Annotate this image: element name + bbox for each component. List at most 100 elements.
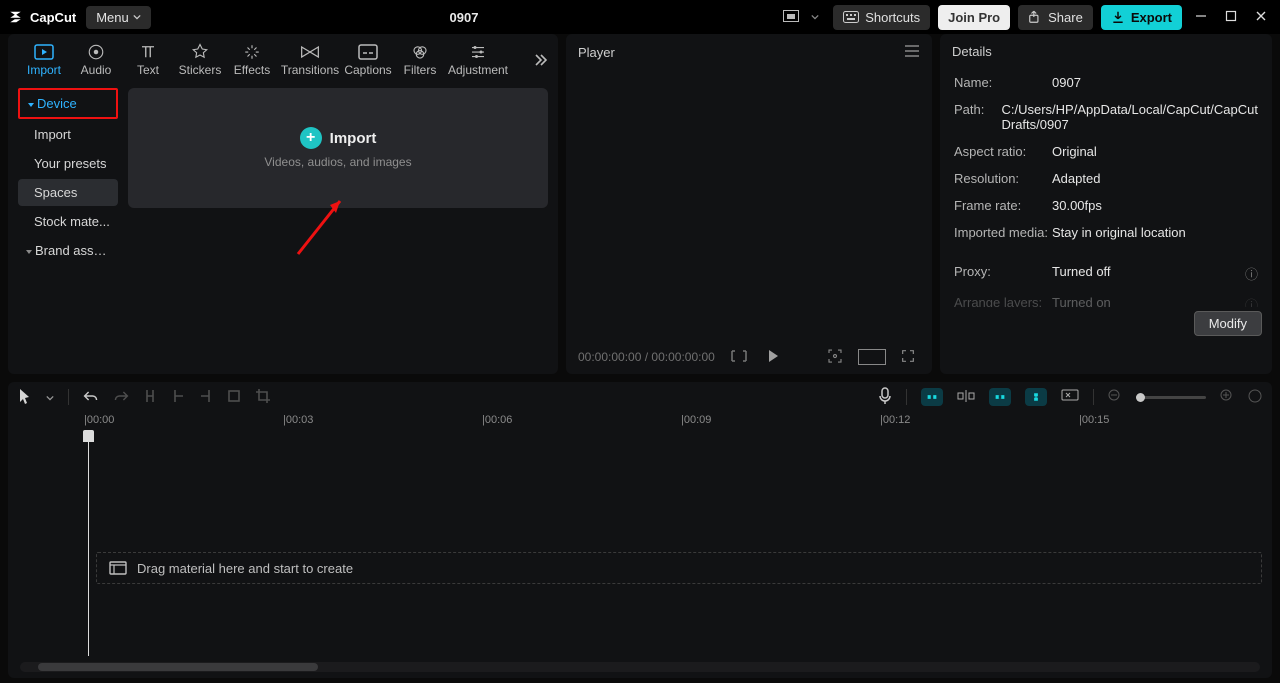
tab-label: Filters [404, 63, 437, 77]
tab-text[interactable]: Text [122, 43, 174, 77]
sidebar-item-import[interactable]: Import [18, 121, 118, 148]
detail-row-framerate: Frame rate:30.00fps [940, 192, 1272, 219]
sidebar-item-brand-assets[interactable]: Brand assets [18, 237, 118, 264]
pointer-menu[interactable] [46, 390, 54, 405]
tab-label: Audio [81, 63, 112, 77]
info-icon[interactable]: ⓘ [1245, 295, 1258, 301]
zoom-in-button[interactable] [1220, 389, 1234, 406]
caret-down-icon [28, 103, 34, 107]
play-button[interactable] [763, 347, 783, 368]
media-body: Device Import Your presets Spaces Stock … [8, 80, 558, 374]
transitions-icon [300, 43, 320, 61]
zoom-out-button[interactable] [1108, 389, 1122, 406]
pointer-tool[interactable] [18, 388, 32, 407]
preview-quality-button[interactable] [1061, 389, 1079, 406]
focus-button[interactable] [822, 345, 848, 370]
window-minimize-button[interactable] [1190, 10, 1212, 25]
sidebar-item-stock-materials[interactable]: Stock mate... [18, 208, 118, 235]
timeline-body[interactable]: Drag material here and start to create [18, 432, 1262, 656]
zoom-fit-icon [1248, 389, 1262, 403]
timeline-ruler[interactable]: |00:00 |00:03 |00:06 |00:09 |00:12 |00:1… [18, 412, 1262, 432]
timeline-drop-hint: Drag material here and start to create [137, 561, 353, 576]
undo-button[interactable] [83, 389, 99, 406]
player-viewport[interactable] [576, 71, 922, 340]
crop-button[interactable] [255, 388, 271, 407]
sidebar-item-device[interactable]: Device [18, 88, 118, 119]
trim-left-button[interactable] [171, 388, 185, 407]
detail-row-imported-media: Imported media:Stay in original location [940, 219, 1272, 246]
modify-button[interactable]: Modify [1194, 311, 1262, 336]
details-header: Details [940, 34, 1272, 69]
window-maximize-button[interactable] [1220, 10, 1242, 25]
tab-transitions[interactable]: Transitions [278, 43, 342, 77]
chevron-down-icon [811, 13, 819, 21]
align-icon [957, 389, 975, 403]
join-pro-button[interactable]: Join Pro [938, 5, 1010, 30]
ruler-tick-label: 00:15 [1082, 414, 1110, 426]
export-button[interactable]: Export [1101, 5, 1182, 30]
timeline-drop-track[interactable]: Drag material here and start to create [96, 552, 1262, 584]
tab-filters[interactable]: Filters [394, 43, 446, 77]
aspect-toggle-button[interactable] [777, 6, 825, 28]
zoom-slider[interactable] [1136, 396, 1206, 399]
share-button[interactable]: Share [1018, 5, 1093, 30]
tab-stickers[interactable]: Stickers [174, 43, 226, 77]
adjustment-icon [469, 43, 487, 61]
aspect-icon [783, 10, 805, 24]
scrollbar-thumb[interactable] [38, 663, 318, 671]
player-aspect-box[interactable] [858, 349, 886, 365]
import-dropzone[interactable]: + Import Videos, audios, and images [128, 88, 548, 208]
stickers-icon [191, 43, 209, 61]
menu-button[interactable]: Menu [86, 6, 151, 29]
tab-adjustment[interactable]: Adjustment [446, 43, 510, 77]
player-panel: Player 00:00:00:00 / 00:00:00:00 [566, 34, 932, 374]
magnet-button[interactable] [989, 388, 1011, 406]
project-title: 0907 [161, 10, 767, 25]
window-close-button[interactable] [1250, 10, 1272, 25]
play-icon [767, 349, 779, 363]
fullscreen-icon [900, 348, 916, 364]
import-icon [34, 43, 54, 61]
link-button[interactable] [1025, 388, 1047, 406]
capcut-logo-icon [8, 8, 26, 26]
detail-row-proxy: Proxy:Turned offⓘ [940, 258, 1272, 289]
playhead[interactable] [88, 432, 89, 656]
split-button[interactable] [143, 388, 157, 407]
snap-button[interactable] [921, 388, 943, 406]
delete-button[interactable] [227, 389, 241, 406]
import-title: Import [330, 130, 377, 147]
mic-icon [878, 387, 892, 405]
shortcuts-button[interactable]: Shortcuts [833, 5, 930, 30]
align-button[interactable] [957, 389, 975, 406]
clip-icon [109, 561, 127, 575]
text-icon [139, 43, 157, 61]
import-area: + Import Videos, audios, and images [128, 88, 548, 364]
ruler-tick-label: 00:09 [684, 414, 712, 426]
tab-captions[interactable]: Captions [342, 43, 394, 77]
export-icon [1111, 10, 1125, 24]
tab-label: Stickers [179, 63, 222, 77]
media-tabs: Import Audio Text Stickers Effects Trans… [8, 34, 558, 80]
trim-left-icon [171, 388, 185, 404]
info-icon[interactable]: ⓘ [1245, 264, 1258, 283]
tab-effects[interactable]: Effects [226, 43, 278, 77]
mic-button[interactable] [878, 387, 892, 408]
chevron-double-right-icon [532, 52, 548, 68]
trim-right-button[interactable] [199, 388, 213, 407]
workspace: Import Audio Text Stickers Effects Trans… [0, 34, 1280, 374]
tabs-more-button[interactable] [528, 48, 552, 75]
player-in-out-button[interactable] [725, 348, 753, 367]
timeline-scrollbar[interactable] [20, 662, 1260, 672]
redo-icon [113, 389, 129, 403]
tab-label: Transitions [281, 63, 339, 77]
sidebar-item-your-presets[interactable]: Your presets [18, 150, 118, 177]
player-menu-button[interactable] [904, 44, 920, 61]
chevron-down-icon [133, 13, 141, 21]
sidebar-item-spaces[interactable]: Spaces [18, 179, 118, 206]
zoom-fit-button[interactable] [1248, 389, 1262, 406]
fullscreen-button[interactable] [896, 346, 920, 369]
tab-audio[interactable]: Audio [70, 43, 122, 77]
tab-import[interactable]: Import [18, 43, 70, 77]
redo-button[interactable] [113, 389, 129, 406]
tab-label: Import [27, 63, 61, 77]
